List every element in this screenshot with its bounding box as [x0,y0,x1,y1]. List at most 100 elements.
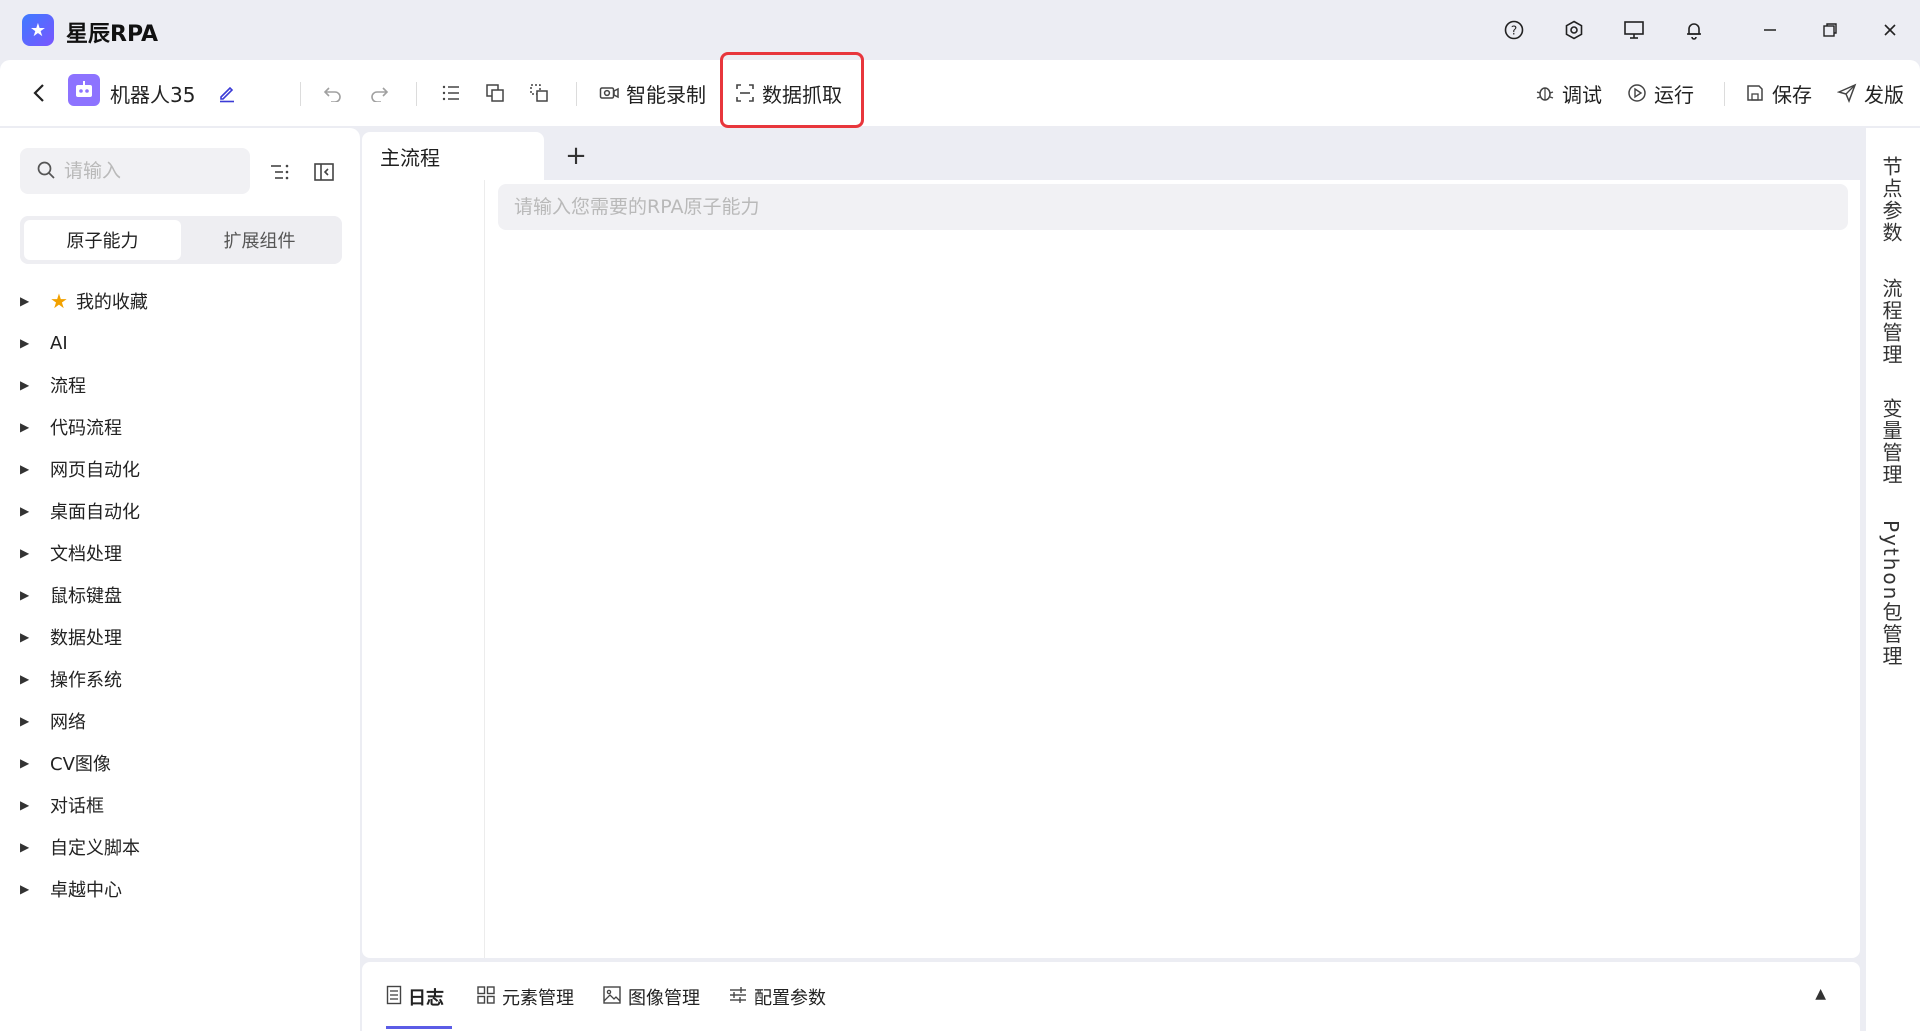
debug-button[interactable]: 调试 [1534,76,1602,110]
restore-icon[interactable] [1818,18,1842,42]
paste-button[interactable] [528,76,556,110]
copy-button[interactable] [484,76,512,110]
back-button[interactable] [28,76,56,110]
tree-item-label: 操作系统 [50,670,122,691]
search-input[interactable] [64,160,234,182]
redo-icon [368,82,390,104]
flow-management-tab[interactable]: 流程管理 [1879,278,1906,366]
tree-item-flow[interactable]: ▶ 流程 [20,364,340,406]
caret-right-icon: ▶ [20,462,30,476]
divider [1724,82,1725,106]
star-icon: ★ [50,289,68,313]
tab-log-label: 日志 [408,988,444,1009]
caret-right-icon: ▶ [20,294,30,308]
caret-right-icon: ▶ [20,798,30,812]
paste-icon [528,82,550,104]
caret-right-icon: ▶ [20,588,30,602]
grid-icon [476,985,496,1010]
tree-item-label: 对话框 [50,796,104,817]
tab-images-label: 图像管理 [628,988,700,1009]
tree-item-label: 卓越中心 [50,880,122,901]
tree-item-label: 鼠标键盘 [50,586,122,607]
edit-name-button[interactable] [216,76,244,110]
debug-label: 调试 [1562,82,1602,107]
tree-item-favorites[interactable]: ▶ ★ 我的收藏 [20,280,340,322]
add-tab-button[interactable]: + [558,138,594,174]
filter-list-icon[interactable] [268,160,292,184]
collapse-panel-icon[interactable] [312,160,336,184]
undo-icon [322,82,344,104]
tree-item-network[interactable]: ▶ 网络 [20,700,340,742]
minimize-icon[interactable] [1758,18,1782,42]
tab-images[interactable]: 图像管理 [602,982,700,1012]
list-icon [440,82,462,104]
monitor-icon[interactable] [1622,18,1646,42]
tree-item-cv-image[interactable]: ▶ CV图像 [20,742,340,784]
divider [416,82,417,106]
node-params-tab[interactable]: 节点参数 [1879,156,1906,244]
segment-extensions[interactable]: 扩展组件 [181,220,338,260]
tree-item-dialog[interactable]: ▶ 对话框 [20,784,340,826]
run-button[interactable]: 运行 [1626,76,1694,110]
tree-item-label: CV图像 [50,754,111,775]
search-icon [36,160,56,185]
tree-item-excellence-center[interactable]: ▶ 卓越中心 [20,868,340,910]
tree-item-custom-script[interactable]: ▶ 自定义脚本 [20,826,340,868]
rpa-capability-input[interactable] [498,184,1848,230]
title-bar: ★ 星辰RPA ? [0,0,1920,60]
save-button[interactable]: 保存 [1744,76,1812,110]
tree-item-code-flow[interactable]: ▶ 代码流程 [20,406,340,448]
tree-item-desktop-automation[interactable]: ▶ 桌面自动化 [20,490,340,532]
list-button[interactable] [440,76,468,110]
segment-atomic[interactable]: 原子能力 [24,220,181,260]
help-icon[interactable]: ? [1502,18,1526,42]
search-box [20,148,250,194]
tab-main-flow[interactable]: 主流程 [362,132,544,180]
tab-config[interactable]: 配置参数 [728,982,826,1012]
tree-item-label: 网络 [50,712,86,733]
tree-item-os[interactable]: ▶ 操作系统 [20,658,340,700]
divider [300,82,301,106]
log-icon [386,985,402,1010]
tree-item-data-processing[interactable]: ▶ 数据处理 [20,616,340,658]
bell-icon[interactable] [1682,18,1706,42]
tree-item-label: 自定义脚本 [50,838,140,859]
tree-item-label: 我的收藏 [75,292,148,313]
caret-right-icon: ▶ [20,630,30,644]
tab-elements[interactable]: 元素管理 [476,982,574,1012]
tab-config-label: 配置参数 [754,988,826,1009]
tree-item-label: 代码流程 [50,418,122,439]
tree-item-ai[interactable]: ▶ AI [20,322,340,364]
variable-management-tab[interactable]: 变量管理 [1879,398,1906,486]
flow-canvas[interactable] [362,180,1860,958]
chevron-left-icon [28,82,50,104]
tree-item-documents[interactable]: ▶ 文档处理 [20,532,340,574]
tree-item-mouse-keyboard[interactable]: ▶ 鼠标键盘 [20,574,340,616]
tab-log[interactable]: 日志 [386,982,444,1012]
tree-item-label: 数据处理 [50,628,122,649]
expand-panel-icon[interactable]: ▲ [1815,986,1826,1002]
run-label: 运行 [1654,82,1694,107]
bottom-panel: 日志 元素管理 图像管理 配置参数 ▲ [362,962,1860,1031]
undo-button[interactable] [322,76,350,110]
tab-elements-label: 元素管理 [502,988,574,1009]
caret-right-icon: ▶ [20,840,30,854]
python-package-tab[interactable]: Python包管理 [1879,520,1906,667]
robot-avatar-icon [68,74,100,106]
play-icon [1626,82,1648,104]
save-label: 保存 [1772,82,1812,107]
close-icon[interactable] [1878,18,1902,42]
toolbar: 机器人35 智能录制 数据抓取 调试 运行 保存 发版 [0,60,1920,126]
capability-tree: ▶ ★ 我的收藏 ▶ AI ▶ 流程 ▶ 代码流程 ▶ 网页自动化 ▶ 桌面自动化 ▶ 文档… [20,280,340,910]
redo-button[interactable] [368,76,396,110]
camera-icon [598,82,620,104]
publish-button[interactable]: 发版 [1836,76,1904,110]
divider [576,82,577,106]
send-icon [1836,82,1858,104]
pencil-icon [216,82,238,104]
tree-item-web-automation[interactable]: ▶ 网页自动化 [20,448,340,490]
settings-icon[interactable] [1562,18,1586,42]
active-tab-indicator [386,1026,452,1029]
smart-record-button[interactable]: 智能录制 [598,76,706,110]
bug-icon [1534,82,1556,104]
